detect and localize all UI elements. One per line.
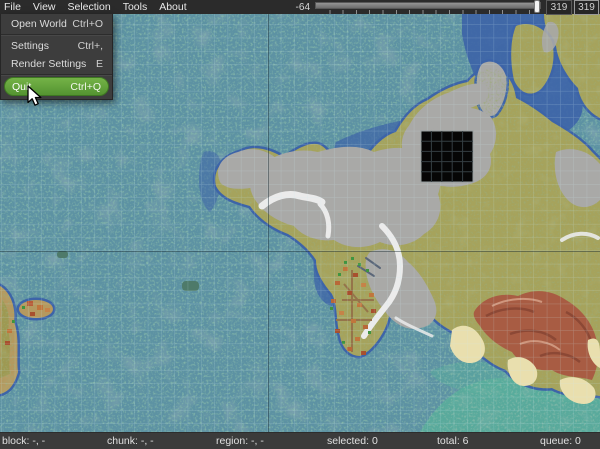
height-slider[interactable]: [315, 0, 541, 14]
menu-item-render-settings[interactable]: Render Settings E: [1, 55, 112, 73]
menu-separator: [1, 74, 112, 76]
menu-item-label: Render Settings: [11, 58, 86, 70]
menu-item-label: Open World: [11, 18, 67, 30]
status-total: total: 6: [437, 435, 469, 447]
menu-about[interactable]: About: [153, 0, 192, 14]
height-max-input[interactable]: [574, 0, 599, 15]
menu-item-label: Quit: [12, 81, 31, 93]
shortcut-label: E: [96, 58, 103, 70]
height-value-input[interactable]: [546, 0, 572, 15]
menu-item-settings[interactable]: Settings Ctrl+,: [1, 37, 112, 55]
slider-ticks: [317, 10, 541, 14]
menu-item-quit[interactable]: Quit Ctrl+Q: [4, 77, 109, 96]
shortcut-label: Ctrl+O: [72, 18, 103, 30]
menu-selection[interactable]: Selection: [62, 0, 117, 14]
status-chunk: chunk: -, -: [107, 435, 154, 447]
menu-tools[interactable]: Tools: [117, 0, 154, 14]
height-min-label: -64: [296, 2, 310, 13]
menu-bar: File View Selection Tools About -64: [0, 0, 600, 14]
menu-item-label: Settings: [11, 40, 49, 52]
menu-separator: [1, 34, 112, 36]
status-selected: selected: 0: [327, 435, 378, 447]
status-bar: block: -, - chunk: -, - region: -, - sel…: [0, 432, 600, 449]
slider-track[interactable]: [315, 2, 541, 9]
status-queue: queue: 0: [540, 435, 581, 447]
black-region-overlay: [421, 131, 473, 182]
shortcut-label: Ctrl+,: [78, 40, 103, 52]
file-menu-dropdown: Open World Ctrl+O Settings Ctrl+, Render…: [0, 14, 113, 100]
status-region: region: -, -: [216, 435, 264, 447]
menu-view[interactable]: View: [27, 0, 62, 14]
status-block: block: -, -: [2, 435, 45, 447]
menu-file[interactable]: File: [0, 0, 27, 14]
slider-handle[interactable]: [534, 0, 540, 13]
shortcut-label: Ctrl+Q: [70, 81, 101, 93]
menu-item-open-world[interactable]: Open World Ctrl+O: [1, 15, 112, 33]
